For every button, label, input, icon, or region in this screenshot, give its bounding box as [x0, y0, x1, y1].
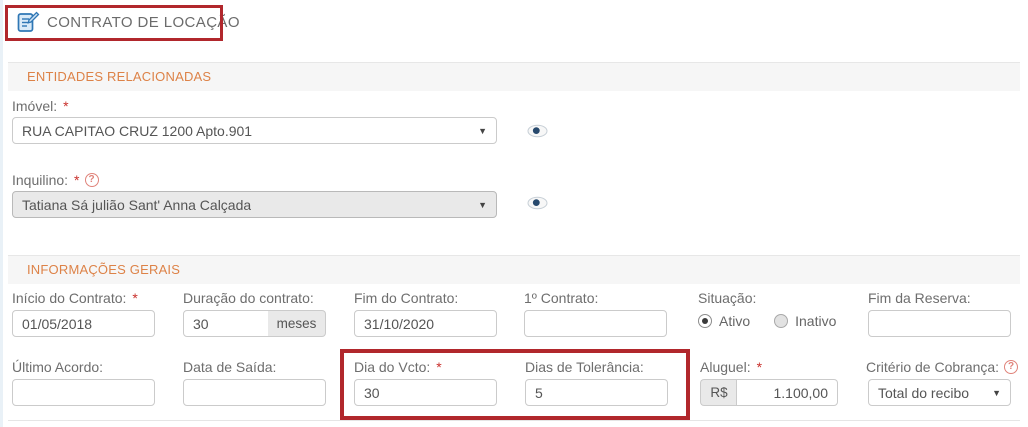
- section-gerais-title: INFORMAÇÕES GERAIS: [27, 262, 180, 277]
- inicio-contrato-label: Início do Contrato:*: [12, 290, 138, 306]
- data-saida-input[interactable]: [183, 379, 326, 406]
- radio-inativo-label: Inativo: [795, 313, 836, 329]
- criterio-help-icon[interactable]: ?: [1004, 360, 1018, 374]
- imovel-select[interactable]: RUA CAPITAO CRUZ 1200 Apto.901 ▼: [12, 117, 497, 144]
- required-asterisk: *: [74, 172, 79, 188]
- dropdown-caret-icon: ▼: [478, 126, 487, 136]
- inquilino-selected-value: Tatiana Sá julião Sant' Anna Calçada: [22, 197, 251, 213]
- dia-vcto-label: Dia do Vcto:*: [354, 359, 442, 375]
- fim-reserva-label: Fim da Reserva:: [868, 290, 971, 306]
- radio-ativo-label: Ativo: [719, 313, 750, 329]
- contract-form-page: CONTRATO DE LOCAÇÃO ENTIDADES RELACIONAD…: [0, 0, 1028, 427]
- duracao-contrato-input[interactable]: [183, 310, 269, 337]
- radio-ativo[interactable]: [698, 314, 712, 328]
- fim-contrato-input[interactable]: [354, 310, 497, 337]
- contract-icon: [16, 10, 40, 34]
- duracao-meses-addon: meses: [268, 310, 326, 337]
- criterio-cobranca-label: Critério de Cobrança: ?: [866, 359, 1018, 375]
- page-title: CONTRATO DE LOCAÇÃO: [47, 14, 240, 31]
- radio-inativo[interactable]: [774, 314, 788, 328]
- imovel-label: Imóvel:*: [12, 98, 69, 114]
- dropdown-caret-icon: ▼: [992, 388, 1001, 398]
- required-asterisk: *: [63, 98, 68, 114]
- inquilino-label: Inquilino:* ?: [12, 172, 99, 188]
- dias-tolerancia-input[interactable]: [525, 379, 668, 406]
- view-imovel-eye-icon[interactable]: [527, 124, 548, 138]
- aluguel-input[interactable]: [736, 379, 838, 406]
- page-header: CONTRATO DE LOCAÇÃO: [16, 10, 240, 34]
- inicio-contrato-input[interactable]: [12, 310, 155, 337]
- duracao-contrato-label: Duração do contrato:: [183, 290, 314, 306]
- dias-tolerancia-label: Dias de Tolerância:: [525, 359, 644, 375]
- required-asterisk: *: [132, 290, 137, 306]
- primeiro-contrato-input[interactable]: [524, 310, 667, 337]
- section-entidades-header: ENTIDADES RELACIONADAS: [8, 62, 1020, 91]
- ultimo-acordo-input[interactable]: [12, 379, 155, 406]
- primeiro-contrato-label: 1º Contrato:: [524, 290, 598, 306]
- fim-reserva-input[interactable]: [868, 310, 1011, 337]
- bottom-divider: [8, 420, 1020, 421]
- section-gerais-header: INFORMAÇÕES GERAIS: [8, 255, 1020, 284]
- dia-vcto-input[interactable]: [354, 379, 497, 406]
- required-asterisk: *: [436, 359, 441, 375]
- page-left-edge: [0, 0, 3, 427]
- inquilino-select[interactable]: Tatiana Sá julião Sant' Anna Calçada ▼: [12, 191, 497, 218]
- ultimo-acordo-label: Último Acordo:: [12, 359, 103, 375]
- section-entidades-title: ENTIDADES RELACIONADAS: [27, 69, 211, 84]
- dropdown-caret-icon: ▼: [478, 200, 487, 210]
- situacao-radio-group: Ativo Inativo: [698, 313, 836, 329]
- inquilino-help-icon[interactable]: ?: [85, 173, 99, 187]
- aluguel-currency-addon: R$: [700, 379, 737, 406]
- criterio-selected-value: Total do recibo: [878, 385, 969, 401]
- required-asterisk: *: [757, 359, 762, 375]
- fim-contrato-label: Fim do Contrato:: [354, 290, 458, 306]
- imovel-selected-value: RUA CAPITAO CRUZ 1200 Apto.901: [22, 123, 252, 139]
- situacao-label: Situação:: [698, 290, 756, 306]
- data-saida-label: Data de Saída:: [183, 359, 276, 375]
- criterio-cobranca-select[interactable]: Total do recibo ▼: [868, 379, 1011, 406]
- view-inquilino-eye-icon[interactable]: [527, 196, 548, 210]
- aluguel-label: Aluguel:*: [700, 359, 762, 375]
